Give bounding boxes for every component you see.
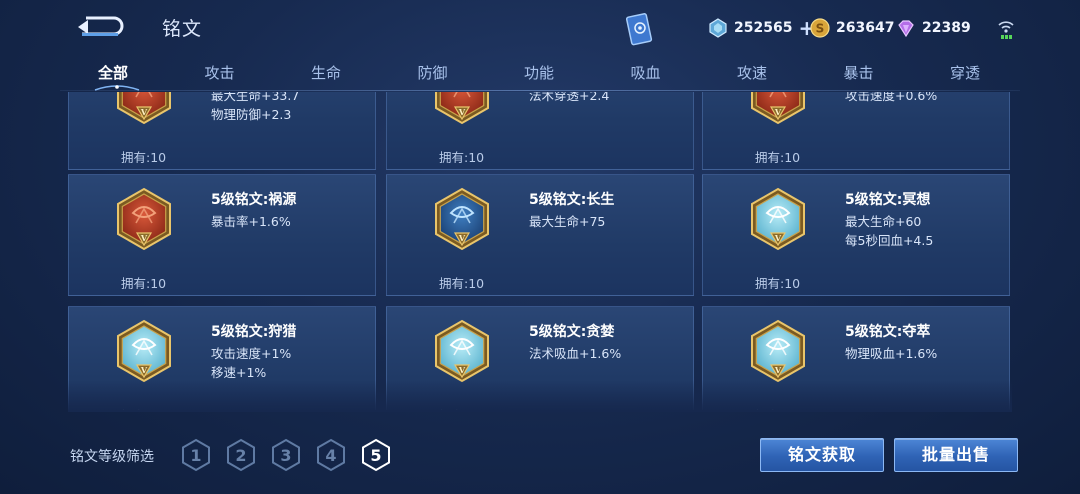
- inscription-stat: 物理防御+2.3: [211, 107, 292, 122]
- badge-level-mark: V: [458, 233, 466, 243]
- owned-count: 拥有:10: [439, 276, 485, 291]
- badge-level-mark: V: [774, 107, 782, 117]
- top-bar: 铭文 252565 + S 263647 22389: [0, 0, 1080, 58]
- level-number: 1: [190, 446, 201, 465]
- tab-6[interactable]: 攻速: [699, 62, 805, 83]
- purple-gem-icon: [898, 20, 914, 38]
- level-filter-1[interactable]: 1: [180, 438, 212, 472]
- owned-count: 拥有:10: [755, 405, 800, 410]
- inscription-badge-icon: V: [435, 92, 489, 125]
- inscription-badge-icon: V: [435, 319, 489, 383]
- inscription-card[interactable]: V 攻击速度+0.6% 拥有:10: [702, 92, 1010, 170]
- inscription-badge-icon: V: [751, 92, 805, 125]
- gold-currency: S 263647: [810, 16, 894, 40]
- owned-count: 拥有:10: [439, 150, 485, 165]
- badge-level-mark: V: [458, 365, 466, 375]
- level-filter-2[interactable]: 2: [225, 438, 257, 472]
- svg-text:S: S: [816, 22, 825, 36]
- inscription-book-icon[interactable]: [626, 12, 654, 46]
- gold-amount: 263647: [836, 20, 895, 36]
- tab-3[interactable]: 防御: [380, 62, 486, 83]
- inscription-card[interactable]: V 最大生命+33.7 物理防御+2.3 拥有:10: [68, 92, 376, 170]
- gem-currency: 22389: [896, 16, 971, 40]
- owned-count: 拥有:10: [439, 405, 484, 410]
- level-number: 2: [235, 446, 246, 465]
- inscription-card[interactable]: V 5级铭文:祸源 暴击率+1.6% 拥有:10: [68, 174, 376, 296]
- inscription-name: 5级铭文:夺萃: [845, 324, 931, 340]
- acquire-inscription-button[interactable]: 铭文获取: [760, 438, 884, 472]
- level-number: 4: [325, 446, 336, 465]
- inscription-badge-icon: V: [751, 187, 805, 251]
- inscription-stat: 移速+1%: [211, 365, 267, 380]
- inscription-stat: 最大生命+75: [529, 214, 606, 229]
- badge-level-mark: V: [774, 365, 782, 375]
- inscription-stat: 最大生命+33.7: [211, 92, 300, 103]
- back-arrow-icon[interactable]: [72, 14, 124, 40]
- badge-level-mark: V: [140, 107, 148, 117]
- tab-4[interactable]: 功能: [486, 62, 592, 83]
- inscription-grid[interactable]: V 最大生命+33.7 物理防御+2.3 拥有:10 V 法术穿透+2.4 拥有:10 V 攻击…: [68, 92, 1012, 410]
- tab-5[interactable]: 吸血: [593, 62, 699, 83]
- inscription-badge-icon: V: [435, 187, 489, 251]
- inscription-stat: 最大生命+60: [845, 214, 922, 229]
- inscription-card[interactable]: V 5级铭文:贪婪法术吸血+1.6% 拥有:10: [386, 306, 694, 410]
- level-number: 3: [280, 446, 291, 465]
- inscription-stat: 法术穿透+2.4: [529, 92, 610, 103]
- tab-2[interactable]: 生命: [273, 62, 379, 83]
- tab-1[interactable]: 攻击: [167, 62, 273, 83]
- inscription-stat: 法术吸血+1.6%: [529, 346, 622, 361]
- inscription-stat: 每5秒回血+4.5: [845, 233, 934, 248]
- owned-count: 拥有:10: [755, 150, 801, 165]
- level-filter-5[interactable]: 5: [360, 438, 392, 472]
- category-tabs: 全部 攻击 生命 防御 功能 吸血 攻速 暴击 穿透: [60, 58, 1020, 90]
- inscription-stat: 攻击速度+1%: [211, 346, 292, 361]
- inscription-card[interactable]: V 5级铭文:夺萃物理吸血+1.6% 拥有:10: [702, 306, 1010, 410]
- owned-count: 拥有:10: [121, 276, 167, 291]
- diamond-amount: 252565: [734, 20, 793, 36]
- tab-7[interactable]: 暴击: [806, 62, 912, 83]
- gold-coin-icon: S: [810, 18, 830, 38]
- tab-divider: [60, 90, 1020, 91]
- inscription-badge-icon: V: [117, 187, 171, 251]
- level-filter-label: 铭文等级筛选: [70, 449, 154, 465]
- inscription-name: 5级铭文:狩猎: [211, 324, 297, 340]
- inscription-badge-icon: V: [751, 319, 805, 383]
- tab-0[interactable]: 全部: [60, 62, 166, 83]
- owned-count: 拥有:10: [121, 405, 166, 410]
- gem-amount: 22389: [922, 20, 971, 36]
- level-filter-4[interactable]: 4: [315, 438, 347, 472]
- tab-8[interactable]: 穿透: [912, 62, 1018, 83]
- diamond-icon: [709, 18, 727, 38]
- inscription-stat: 物理吸血+1.6%: [845, 346, 938, 361]
- inscription-stat: 暴击率+1.6%: [211, 214, 291, 229]
- badge-level-mark: V: [774, 233, 782, 243]
- badge-level-mark: V: [458, 107, 466, 117]
- owned-count: 拥有:10: [755, 276, 801, 291]
- level-filter-3[interactable]: 3: [270, 438, 302, 472]
- inscription-card[interactable]: V 法术穿透+2.4 拥有:10: [386, 92, 694, 170]
- inscription-name: 5级铭文:冥想: [845, 192, 931, 208]
- badge-level-mark: V: [140, 365, 148, 375]
- inscription-name: 5级铭文:祸源: [211, 192, 297, 208]
- inscription-name: 5级铭文:贪婪: [529, 324, 615, 340]
- inscription-name: 5级铭文:长生: [529, 192, 615, 208]
- inscription-badge-icon: V: [117, 92, 171, 125]
- bulk-sell-button[interactable]: 批量出售: [894, 438, 1018, 472]
- page-title: 铭文: [162, 18, 203, 40]
- inscription-badge-icon: V: [117, 319, 171, 383]
- inscription-card[interactable]: V 5级铭文:狩猎攻击速度+1% 移速+1% 拥有:10: [68, 306, 376, 410]
- inscription-card[interactable]: V 5级铭文:长生 最大生命+75 拥有:10: [386, 174, 694, 296]
- inscription-card[interactable]: V 5级铭文:冥想 最大生命+60 每5秒回血+4.5 拥有:10: [702, 174, 1010, 296]
- inscription-stat: 攻击速度+0.6%: [845, 92, 938, 103]
- owned-count: 拥有:10: [121, 150, 167, 165]
- level-number: 5: [370, 446, 381, 465]
- wifi-signal-icon: [998, 21, 1014, 39]
- diamond-currency: 252565 +: [708, 16, 815, 40]
- badge-level-mark: V: [140, 233, 148, 243]
